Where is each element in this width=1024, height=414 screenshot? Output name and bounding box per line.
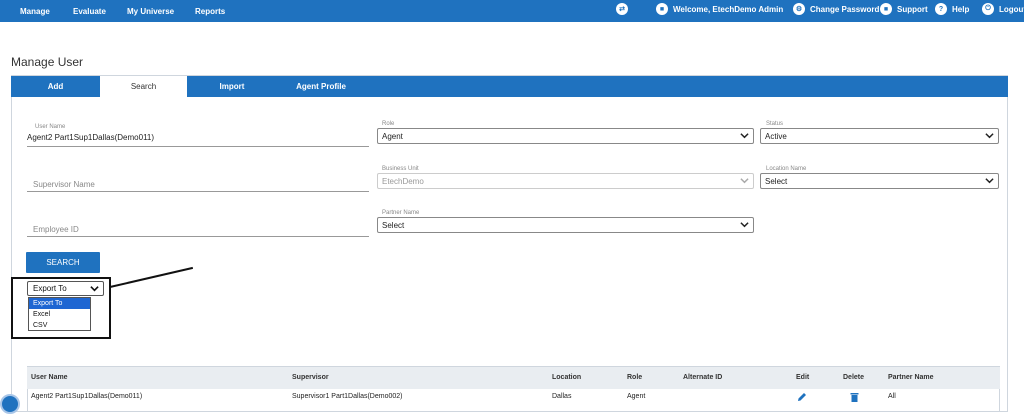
nav-evaluate[interactable]: Evaluate <box>73 7 106 16</box>
help-link[interactable]: ? Help <box>935 3 969 15</box>
logout-label: Logout <box>999 4 1024 14</box>
chevron-down-icon <box>740 178 749 184</box>
role-select[interactable]: Agent <box>377 128 754 144</box>
delete-trash-icon[interactable] <box>850 392 859 402</box>
notifications-button[interactable]: ⇄ <box>616 3 628 15</box>
support-icon: ■ <box>880 3 892 15</box>
manage-user-panel <box>11 75 1008 412</box>
support-link[interactable]: ■ Support <box>880 3 928 15</box>
export-option-excel[interactable]: Excel <box>29 309 90 320</box>
chevron-down-icon <box>740 133 749 139</box>
business-unit-value: EtechDemo <box>382 177 424 186</box>
export-to-value: Export To <box>33 284 67 293</box>
cell-role: Agent <box>627 393 646 400</box>
welcome-user[interactable]: ■ Welcome, EtechDemo Admin <box>656 3 783 15</box>
cell-partner-name: All <box>888 393 896 400</box>
welcome-text: Welcome, EtechDemo Admin <box>673 4 784 14</box>
tab-search[interactable]: Search <box>100 76 187 97</box>
cell-location: Dallas <box>552 393 572 400</box>
notification-icon: ⇄ <box>616 3 628 15</box>
help-label: Help <box>952 4 970 14</box>
chevron-down-icon <box>985 133 994 139</box>
change-password-link[interactable]: ⚙ Change Password <box>793 3 879 15</box>
chevron-down-icon <box>90 286 99 292</box>
partner-name-select[interactable]: Select <box>377 217 754 233</box>
supervisor-name-input[interactable]: Supervisor Name <box>33 180 95 189</box>
col-delete: Delete <box>843 374 865 381</box>
page-title: Manage User <box>11 55 84 69</box>
status-value: Active <box>765 132 787 141</box>
user-icon: ■ <box>656 3 668 15</box>
role-value: Agent <box>382 132 403 141</box>
col-user-name[interactable]: User Name <box>31 374 68 381</box>
partner-name-label: Partner Name <box>382 210 420 216</box>
user-name-label: User Name <box>35 124 66 130</box>
nav-reports[interactable]: Reports <box>195 7 225 16</box>
search-button[interactable]: SEARCH <box>26 252 100 273</box>
cell-supervisor: Supervisor1 Part1Dallas(Demo002) <box>292 393 403 400</box>
chevron-down-icon <box>985 178 994 184</box>
export-option-csv[interactable]: CSV <box>29 320 90 331</box>
tab-add[interactable]: Add <box>11 76 100 97</box>
tab-bar: Add Search Import Agent Profile <box>11 76 1008 97</box>
export-to-select[interactable]: Export To <box>27 281 104 296</box>
change-password-label: Change Password <box>810 4 880 14</box>
chat-bubble-icon[interactable] <box>0 394 20 414</box>
logout-link[interactable]: ⏻ Logout <box>982 3 1024 15</box>
location-name-select[interactable]: Select <box>760 173 999 189</box>
user-name-input[interactable]: Agent2 Part1Sup1Dallas(Demo011) <box>27 133 154 142</box>
supervisor-name-underline <box>27 191 369 192</box>
cell-user-name: Agent2 Part1Sup1Dallas(Demo011) <box>31 393 143 400</box>
top-nav-bar: Manage Evaluate My Universe Reports ⇄ ■ … <box>0 0 1024 22</box>
tab-import[interactable]: Import <box>187 76 277 97</box>
col-partner-name[interactable]: Partner Name <box>888 374 934 381</box>
col-supervisor[interactable]: Supervisor <box>292 374 329 381</box>
support-label: Support <box>897 4 928 14</box>
business-unit-select[interactable]: EtechDemo <box>377 173 754 189</box>
user-name-underline <box>27 146 369 147</box>
col-edit: Edit <box>796 374 810 381</box>
power-icon: ⏻ <box>982 3 994 15</box>
status-select[interactable]: Active <box>760 128 999 144</box>
location-name-value: Select <box>765 177 788 186</box>
col-location[interactable]: Location <box>552 374 581 381</box>
help-icon: ? <box>935 3 947 15</box>
col-alternate-id[interactable]: Alternate ID <box>683 374 722 381</box>
gear-icon: ⚙ <box>793 3 805 15</box>
nav-manage[interactable]: Manage <box>20 7 50 16</box>
employee-id-input[interactable]: Employee ID <box>33 225 79 234</box>
business-unit-label: Business Unit <box>382 166 419 172</box>
role-label: Role <box>382 121 395 127</box>
partner-name-value: Select <box>382 221 405 230</box>
status-label: Status <box>766 121 784 127</box>
export-option-export-to[interactable]: Export To <box>29 298 90 309</box>
nav-my-universe[interactable]: My Universe <box>127 7 174 16</box>
col-role[interactable]: Role <box>627 374 642 381</box>
chevron-down-icon <box>740 222 749 228</box>
edit-pencil-icon[interactable] <box>797 392 807 402</box>
employee-id-underline <box>27 236 369 237</box>
location-name-label: Location Name <box>766 166 807 172</box>
export-options-list: Export To Excel CSV <box>28 297 91 331</box>
tab-agent-profile[interactable]: Agent Profile <box>277 76 365 97</box>
